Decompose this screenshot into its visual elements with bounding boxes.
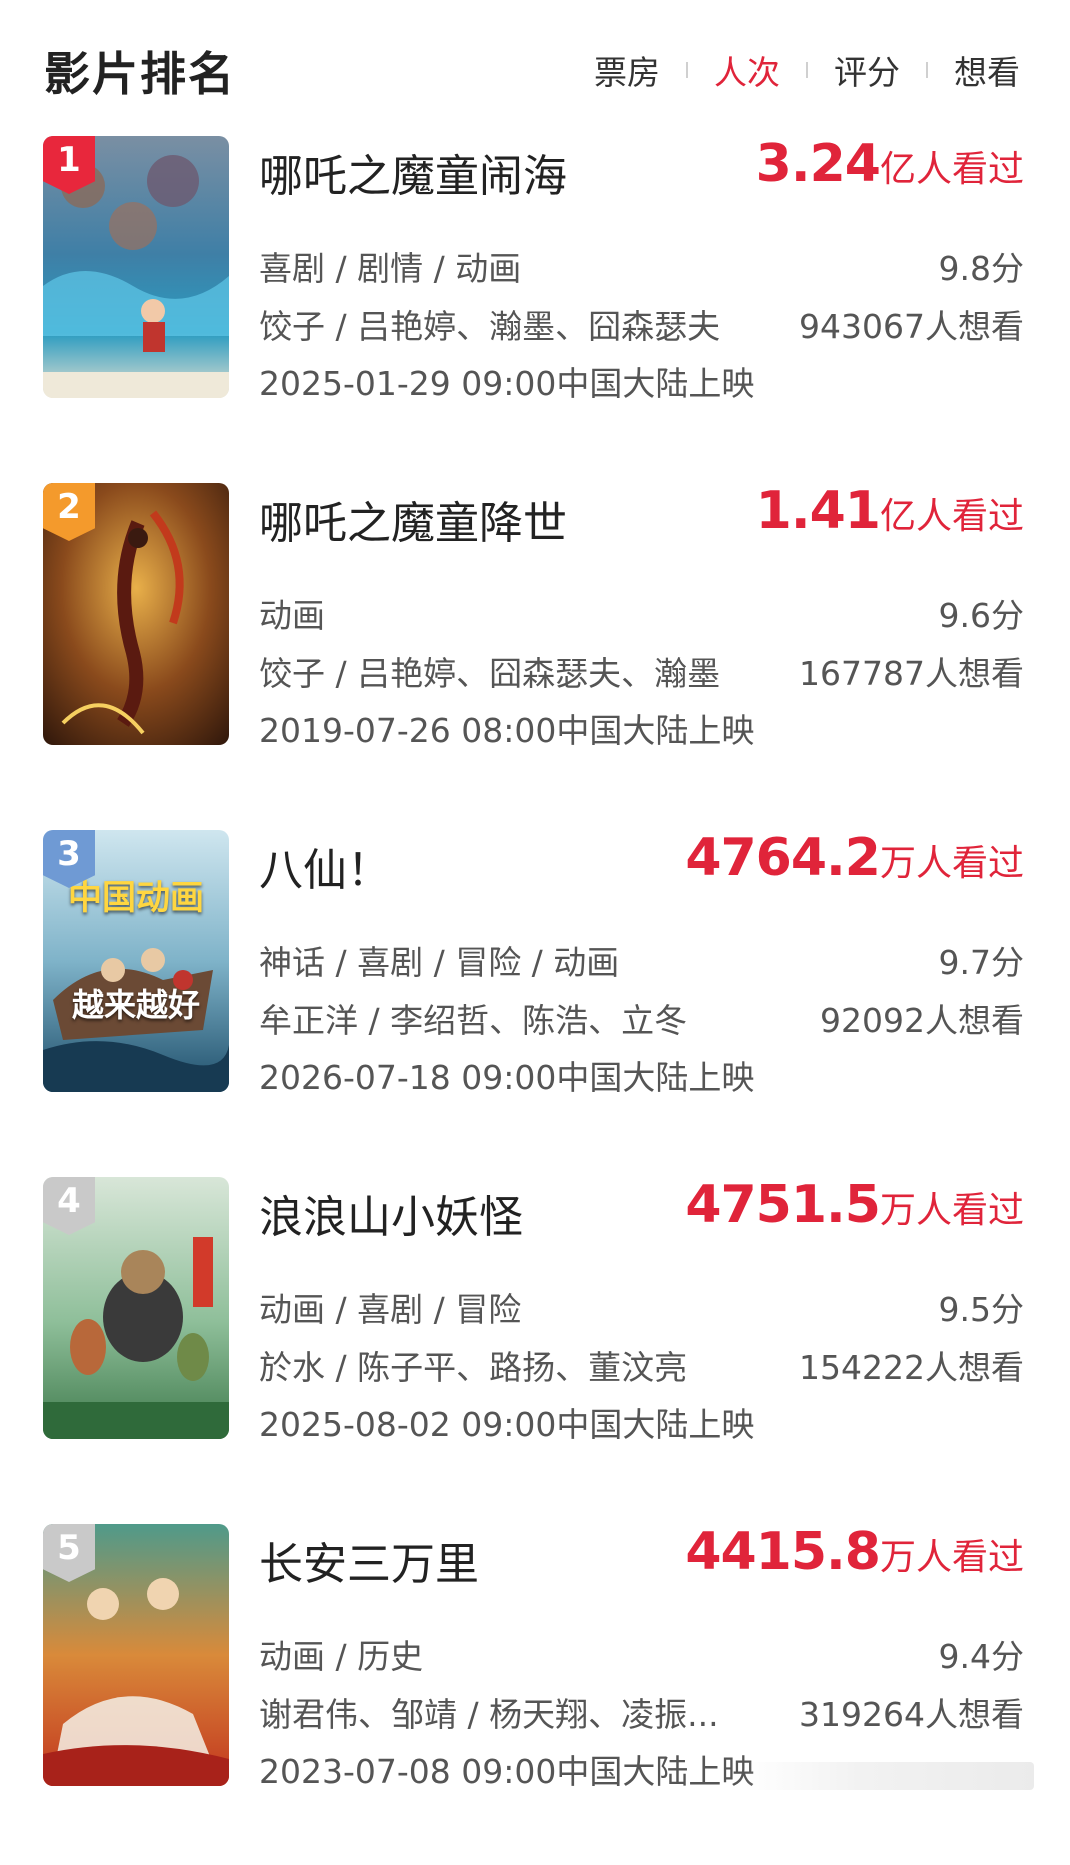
- movie-title[interactable]: 八仙！: [259, 834, 391, 898]
- want-to-see-count: 154222人想看: [799, 1348, 1024, 1387]
- movie-genres: 动画 / 喜剧 / 冒险: [259, 1290, 522, 1329]
- movie-rating: 9.5分: [938, 1290, 1024, 1329]
- views-number: 4764.2: [685, 828, 881, 888]
- views-number: 4751.5: [685, 1175, 881, 1235]
- movie-credits: 饺子 / 吕艳婷、囧森瑟夫、瀚墨: [259, 654, 721, 693]
- movie-rating: 9.8分: [938, 249, 1024, 288]
- movie-row[interactable]: 2 哪吒之魔童降世 1.41亿人看过 动画 9.6分 饺子 / 吕艳婷、囧森瑟夫…: [0, 477, 1070, 824]
- movie-genres: 动画 / 历史: [259, 1637, 424, 1676]
- movie-genres: 动画: [259, 596, 325, 635]
- tab-rating[interactable]: 评分: [830, 46, 904, 94]
- views-unit: 亿人看过: [879, 496, 1024, 537]
- tab-admissions[interactable]: 人次: [710, 46, 784, 94]
- nezha-poster-image[interactable]: 1: [43, 136, 229, 398]
- release-info: 2019-07-26 08:00中国大陆上映: [259, 711, 755, 750]
- movie-credits: 谢君伟、邹靖 / 杨天翔、凌振...: [259, 1695, 719, 1734]
- movie-genres: 喜剧 / 剧情 / 动画: [259, 249, 522, 288]
- views-number: 1.41: [755, 481, 881, 541]
- poster-slogan-bottom: 越来越好: [71, 986, 200, 1024]
- views-number: 3.24: [755, 134, 881, 194]
- sort-tabs: 票房 人次 评分 想看: [590, 46, 1024, 94]
- movie-rating: 9.4分: [938, 1637, 1024, 1676]
- views-count: 1.41亿人看过: [756, 481, 1024, 541]
- movie-title[interactable]: 哪吒之魔童闹海: [259, 140, 567, 204]
- release-info: 2025-08-02 09:00中国大陆上映: [259, 1405, 755, 1444]
- movie-ranking-list: 1 哪吒之魔童闹海 3.24亿人看过 喜剧 / 剧情 / 动画 9.8分 饺子 …: [0, 130, 1070, 1865]
- views-number: 4415.8: [685, 1522, 881, 1582]
- movie-rating: 9.7分: [938, 943, 1024, 982]
- movie-row[interactable]: 4 浪浪山小妖怪 4751.5万人看过 动画 / 喜剧 / 冒险 9.5分 於水…: [0, 1171, 1070, 1518]
- movie-title[interactable]: 哪吒之魔童降世: [259, 487, 567, 551]
- tab-divider: [686, 62, 688, 78]
- views-count: 4751.5万人看过: [685, 1175, 1024, 1235]
- views-unit: 万人看过: [879, 843, 1024, 884]
- movie-row[interactable]: 中国动画 越来越好 3 八仙！ 4764.2万人看过 神话 / 喜剧 / 冒险 …: [0, 824, 1070, 1171]
- views-unit: 万人看过: [879, 1537, 1024, 1578]
- want-to-see-count: 943067人想看: [799, 307, 1024, 346]
- changan-poster-image[interactable]: 5: [43, 1524, 229, 1786]
- bottom-fade-overlay: [744, 1762, 1034, 1790]
- baxian-poster-image[interactable]: 中国动画 越来越好 3: [43, 830, 229, 1092]
- release-info: 2023-07-08 09:00中国大陆上映: [259, 1752, 755, 1791]
- movie-rating: 9.6分: [938, 596, 1024, 635]
- views-unit: 万人看过: [879, 1190, 1024, 1231]
- views-unit: 亿人看过: [879, 149, 1024, 190]
- tab-divider: [926, 62, 928, 78]
- want-to-see-count: 319264人想看: [799, 1695, 1024, 1734]
- movie-title[interactable]: 长安三万里: [259, 1528, 479, 1592]
- views-count: 4764.2万人看过: [685, 828, 1024, 888]
- tab-box-office[interactable]: 票房: [590, 46, 664, 94]
- page-title: 影片排名: [44, 47, 236, 101]
- release-info: 2026-07-18 09:00中国大陆上映: [259, 1058, 755, 1097]
- movie-row[interactable]: 1 哪吒之魔童闹海 3.24亿人看过 喜剧 / 剧情 / 动画 9.8分 饺子 …: [0, 130, 1070, 477]
- tab-want-to-see[interactable]: 想看: [950, 46, 1024, 94]
- movie-title[interactable]: 浪浪山小妖怪: [259, 1181, 523, 1245]
- movie-credits: 於水 / 陈子平、路扬、董汶亮: [259, 1348, 688, 1387]
- langlangshan-poster-image[interactable]: 4: [43, 1177, 229, 1439]
- movie-genres: 神话 / 喜剧 / 冒险 / 动画: [259, 943, 620, 982]
- movie-row[interactable]: 5 长安三万里 4415.8万人看过 动画 / 历史 9.4分 谢君伟、邹靖 /…: [0, 1518, 1070, 1865]
- views-count: 3.24亿人看过: [756, 134, 1024, 194]
- views-count: 4415.8万人看过: [685, 1522, 1024, 1582]
- header: 影片排名 票房 人次 评分 想看: [0, 0, 1070, 130]
- movie-credits: 牟正洋 / 李绍哲、陈浩、立冬: [259, 1001, 688, 1040]
- movie-credits: 饺子 / 吕艳婷、瀚墨、囧森瑟夫: [259, 307, 721, 346]
- want-to-see-count: 167787人想看: [799, 654, 1024, 693]
- tab-divider: [806, 62, 808, 78]
- want-to-see-count: 92092人想看: [820, 1001, 1024, 1040]
- nezha-poster-image[interactable]: 2: [43, 483, 229, 745]
- release-info: 2025-01-29 09:00中国大陆上映: [259, 364, 755, 403]
